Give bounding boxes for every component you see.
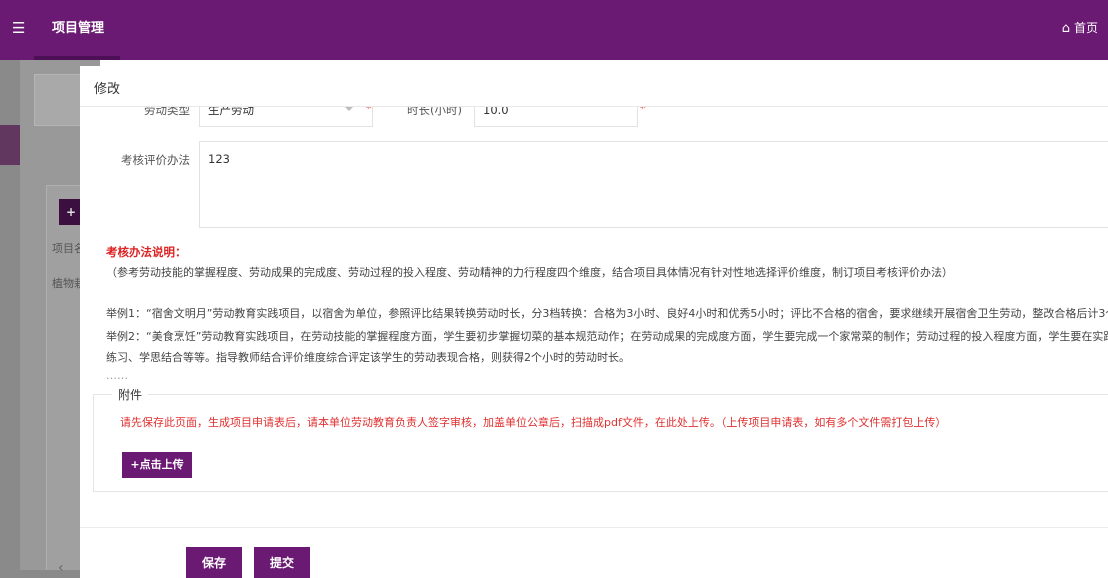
attachment-fieldset	[93, 394, 1108, 492]
duration-label: 时长(小时)	[407, 107, 462, 117]
app-title[interactable]: 项目管理	[52, 20, 104, 38]
required-mark: *	[640, 107, 646, 115]
menu-icon[interactable]: ☰	[12, 20, 28, 36]
duration-value: 10.0	[483, 107, 509, 117]
chevron-down-icon	[344, 107, 354, 111]
save-button[interactable]: 保存	[186, 547, 242, 578]
labor-type-value: 生产劳动	[208, 107, 254, 117]
home-label: 首页	[1073, 21, 1098, 35]
note-title: 考核办法说明：	[106, 245, 187, 259]
home-link[interactable]: ⌂ 首页	[1062, 19, 1098, 38]
top-navbar: ☰ 项目管理 ⌂ 首页	[0, 0, 1108, 60]
home-icon: ⌂	[1061, 21, 1070, 36]
duration-input[interactable]: 10.0	[474, 107, 638, 127]
note-ellipsis: ……	[106, 369, 128, 382]
footer-divider	[80, 527, 1108, 528]
attachment-legend: 附件	[112, 386, 149, 403]
eval-method-value: 123	[208, 152, 230, 166]
modal-body[interactable]: 劳动类型 生产劳动 * 时长(小时) 10.0 * 考核评价办法 123 考核办…	[80, 107, 1108, 578]
note-example-1: 举例1：“宿舍文明月”劳动教育实践项目，以宿舍为单位，参照评比结果转换劳动时长，…	[106, 307, 1108, 320]
note-example-2-continued: 练习、学思结合等等。指导教师结合评价维度综合评定该学生的劳动表现合格，则获得2个…	[106, 351, 630, 364]
labor-type-label: 劳动类型	[144, 107, 190, 117]
upload-button[interactable]: +点击上传	[122, 452, 192, 478]
modal-title: 修改	[94, 82, 121, 97]
edit-modal: 修改 劳动类型 生产劳动 * 时长(小时) 10.0 * 考核评价办法 123 …	[80, 66, 1108, 578]
modal-header: 修改	[80, 66, 1108, 107]
upload-button-label: 点击上传	[139, 458, 184, 471]
sidebar-active-item	[0, 125, 20, 165]
labor-type-select[interactable]: 生产劳动	[199, 107, 373, 127]
submit-button[interactable]: 提交	[254, 547, 310, 578]
required-mark: *	[366, 107, 372, 115]
note-intro: （参考劳动技能的掌握程度、劳动成果的完成度、劳动过程的投入程度、劳动精神的力行程…	[106, 266, 953, 279]
chevron-left-icon: ‹	[58, 560, 64, 576]
eval-method-label: 考核评价办法	[121, 153, 190, 167]
eval-method-textarea[interactable]: 123	[199, 141, 1108, 228]
upload-instruction: 请先保存此页面，生成项目申请表后，请本单位劳动教育负责人签字审核，加盖单位公章后…	[120, 416, 947, 429]
note-example-2: 举例2：“美食烹饪”劳动教育实践项目，在劳动技能的掌握程度方面，学生要初步掌握切…	[106, 330, 1108, 343]
plus-icon: +	[130, 458, 140, 471]
